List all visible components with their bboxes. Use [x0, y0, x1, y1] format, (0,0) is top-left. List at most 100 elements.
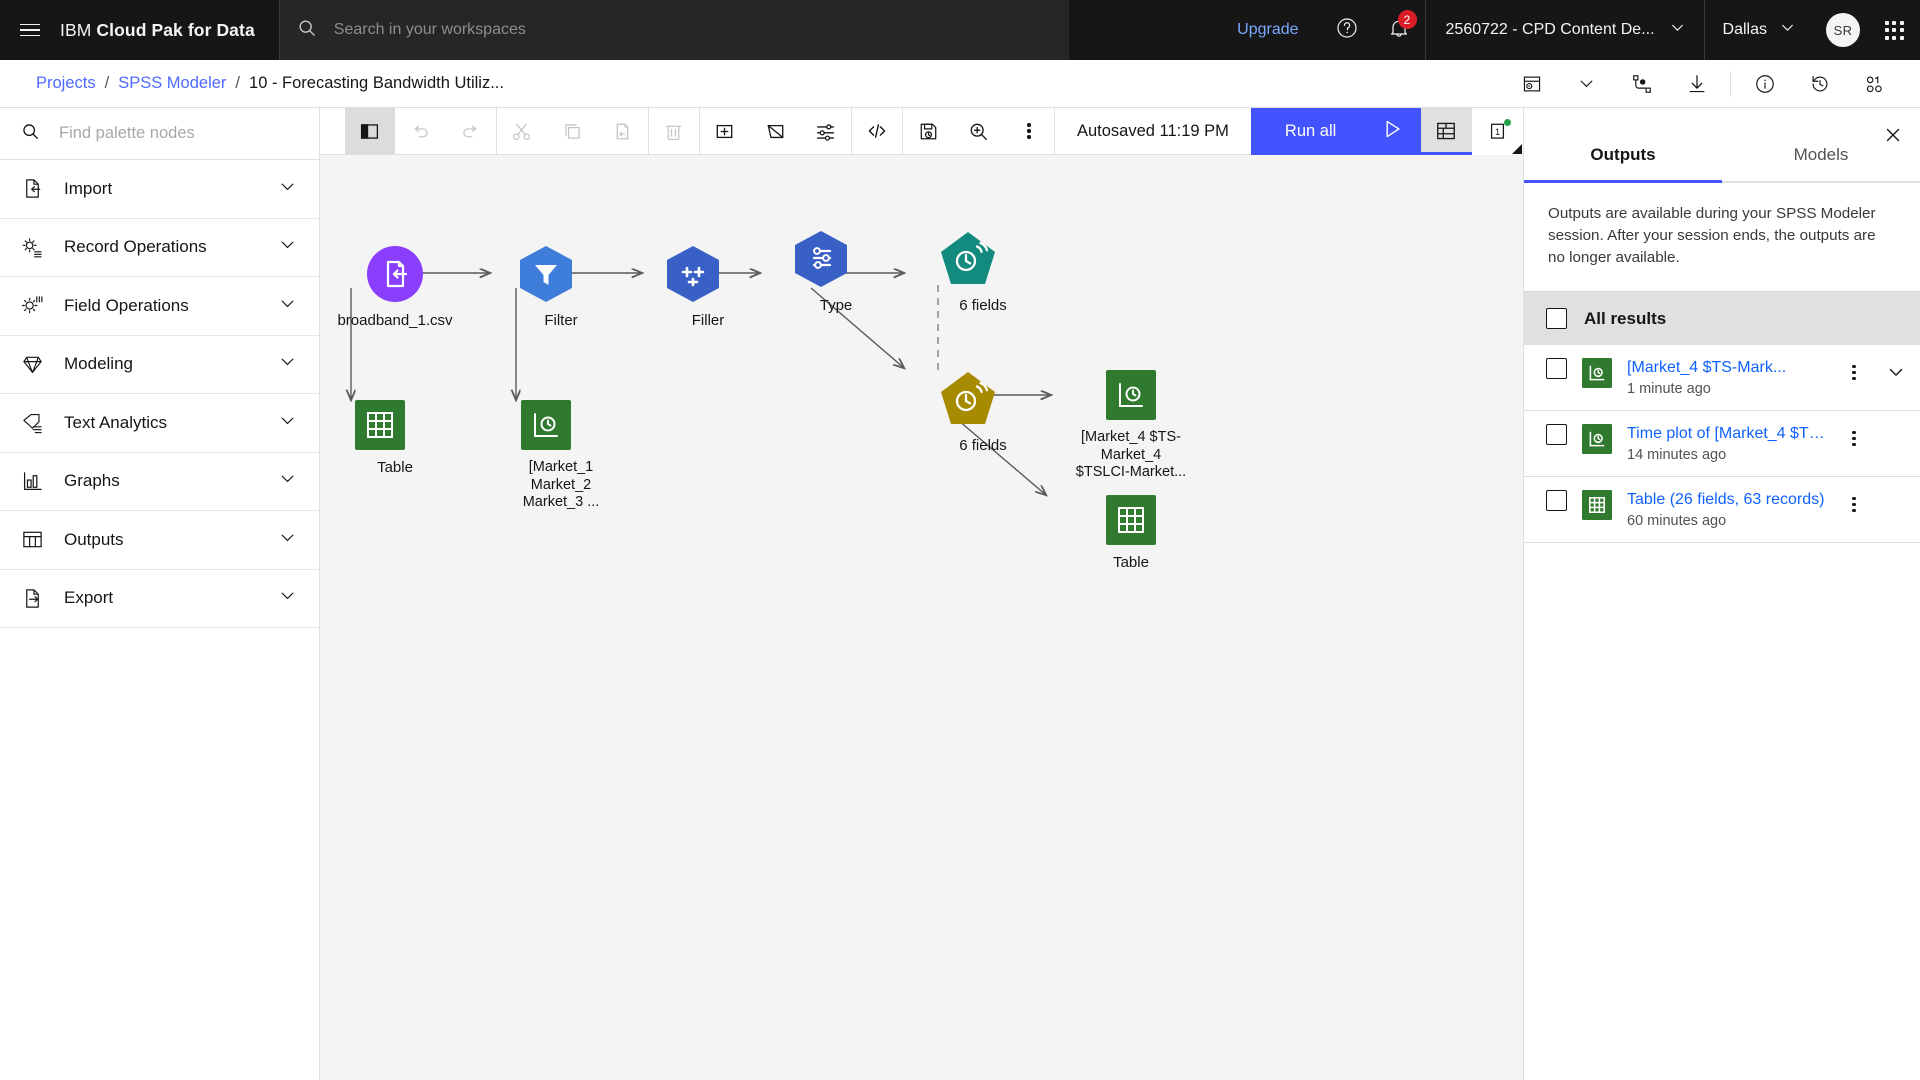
chevron-down-icon — [278, 586, 297, 610]
import-node-shape — [366, 245, 424, 303]
palette-search-input[interactable] — [59, 124, 299, 143]
grid-apps-icon — [1884, 20, 1904, 40]
toggle-palette-button[interactable] — [344, 108, 395, 154]
run-options-chevron-button[interactable] — [1559, 60, 1614, 108]
palette-search[interactable] — [0, 108, 319, 160]
all-results-checkbox[interactable] — [1546, 308, 1567, 330]
palette-category-label: Outputs — [64, 529, 124, 549]
overflow-menu-icon — [1852, 494, 1856, 515]
canvas-node-table-2[interactable]: Table — [1056, 495, 1206, 572]
delete-button[interactable] — [649, 108, 699, 154]
overflow-menu-button[interactable] — [1004, 108, 1054, 154]
help-icon — [1335, 16, 1359, 45]
notifications-button[interactable]: 2 — [1373, 0, 1425, 60]
canvas-node-type[interactable]: Type — [761, 230, 881, 315]
canvas-node-label: 6 fields — [959, 437, 1007, 454]
global-search[interactable] — [278, 0, 1069, 60]
hide-links-button[interactable] — [750, 108, 800, 154]
open-in-new-tab-button[interactable]: 1 — [1471, 107, 1523, 155]
palette-category-graphs[interactable]: Graphs — [0, 453, 319, 511]
run-history-panel-button[interactable] — [1504, 60, 1559, 108]
canvas-node-timeplot-2[interactable]: [Market_4 $TS- Market_4 $TSLCI-Market... — [1056, 370, 1206, 482]
output-title[interactable]: Table (26 fields, 63 records) — [1627, 490, 1826, 510]
output-list-item[interactable]: [Market_4 $TS-Mark... 1 minute ago — [1524, 345, 1920, 412]
output-checkbox[interactable] — [1546, 358, 1567, 380]
data-binary-button[interactable] — [1847, 60, 1902, 108]
output-checkbox[interactable] — [1546, 490, 1567, 512]
output-title[interactable]: [Market_4 $TS-Mark... — [1627, 358, 1826, 378]
flow-relationships-button[interactable] — [1614, 60, 1669, 108]
view-code-button[interactable] — [852, 108, 902, 154]
overflow-menu-icon — [1852, 428, 1856, 449]
output-checkbox[interactable] — [1546, 424, 1567, 446]
zoom-in-button[interactable] — [953, 108, 1003, 154]
add-comment-button[interactable] — [700, 108, 750, 154]
output-list-item[interactable]: Time plot of [Market_4 $TS... 14 minutes… — [1524, 411, 1920, 478]
output-title[interactable]: Time plot of [Market_4 $TS... — [1627, 424, 1826, 444]
paste-button[interactable] — [597, 108, 647, 154]
canvas-node-table-1[interactable]: Table — [320, 400, 440, 477]
palette-category-outputs[interactable]: Outputs — [0, 511, 319, 570]
filter-node-shape — [517, 245, 575, 303]
app-switcher-button[interactable] — [1868, 0, 1920, 60]
save-as-template-button[interactable] — [903, 108, 953, 154]
canvas-node-filter[interactable]: Filter — [486, 245, 606, 330]
text-analytics-icon — [20, 411, 44, 434]
output-overflow-menu-button[interactable] — [1841, 490, 1867, 515]
brand-product: Cloud Pak for Data — [96, 19, 255, 40]
brand-title[interactable]: IBM Cloud Pak for Data — [60, 0, 279, 60]
output-overflow-menu-button[interactable] — [1841, 424, 1867, 449]
close-panel-button[interactable] — [1876, 118, 1910, 152]
canvas-node-timeseries-teal[interactable]: 6 fields — [908, 230, 1028, 315]
canvas-node-import[interactable]: broadband_1.csv — [320, 245, 470, 330]
palette-category-record-operations[interactable]: Record Operations — [0, 219, 319, 277]
flow-settings-button[interactable] — [800, 108, 850, 154]
palette-category-import[interactable]: Import — [0, 160, 319, 219]
upgrade-link[interactable]: Upgrade — [1215, 0, 1320, 60]
info-button[interactable] — [1737, 60, 1792, 108]
canvas-node-label: Filter — [544, 312, 578, 329]
canvas-node-timeseries-gold[interactable]: 6 fields — [908, 370, 1028, 455]
chevron-down-icon — [1779, 19, 1796, 41]
palette-category-modeling[interactable]: Modeling — [0, 336, 319, 394]
output-overflow-menu-button[interactable] — [1841, 358, 1867, 383]
page-title: 10 - Forecasting Bandwidth Utiliz... — [249, 74, 504, 92]
breadcrumb-separator: / — [235, 74, 241, 92]
canvas-node-label: [Market_4 $TS- Market_4 $TSLCI-Market... — [1075, 429, 1187, 481]
avatar[interactable]: SR — [1826, 13, 1860, 47]
breadcrumb-projects[interactable]: Projects — [36, 74, 96, 93]
tab-outputs[interactable]: Outputs — [1524, 132, 1722, 183]
outputs-panel-tab[interactable] — [1420, 107, 1472, 155]
hamburger-menu-button[interactable] — [0, 0, 60, 60]
resize-handle-icon[interactable] — [1511, 143, 1522, 154]
output-list-item[interactable]: Table (26 fields, 63 records) 60 minutes… — [1524, 477, 1920, 544]
all-results-row[interactable]: All results — [1524, 291, 1920, 346]
chevron-down-icon — [278, 528, 297, 552]
breadcrumb-spss-modeler[interactable]: SPSS Modeler — [118, 74, 226, 93]
copy-button[interactable] — [547, 108, 597, 154]
cut-button[interactable] — [497, 108, 547, 154]
output-expand-button[interactable] — [1882, 358, 1910, 382]
palette-category-export[interactable]: Export — [0, 570, 319, 628]
canvas-node-label: [Market_1 Market_2 Market_3 ... — [522, 459, 600, 511]
output-expand-placeholder — [1882, 424, 1910, 428]
undo-button[interactable] — [395, 108, 445, 154]
notification-badge: 2 — [1397, 10, 1417, 29]
search-input[interactable] — [333, 21, 1053, 39]
all-results-label: All results — [1584, 308, 1667, 328]
help-button[interactable] — [1321, 0, 1373, 60]
flow-canvas[interactable]: broadband_1.csv Filter Filler Type 6 fie… — [320, 155, 1523, 1080]
redo-button[interactable] — [445, 108, 495, 154]
history-button[interactable] — [1792, 60, 1847, 108]
overflow-menu-icon — [1852, 362, 1856, 383]
account-selector[interactable]: 2560722 - CPD Content De... — [1424, 0, 1704, 60]
canvas-node-filler[interactable]: Filler — [633, 245, 753, 330]
status-dot-icon — [1503, 118, 1511, 126]
run-all-button[interactable]: Run all — [1250, 107, 1421, 155]
canvas-node-timeplot-1[interactable]: [Market_1 Market_2 Market_3 ... — [486, 400, 606, 512]
chevron-down-icon — [278, 411, 297, 435]
palette-category-field-operations[interactable]: Field Operations — [0, 277, 319, 336]
region-selector[interactable]: Dallas — [1703, 0, 1814, 60]
palette-category-text-analytics[interactable]: Text Analytics — [0, 394, 319, 453]
download-button[interactable] — [1669, 60, 1724, 108]
